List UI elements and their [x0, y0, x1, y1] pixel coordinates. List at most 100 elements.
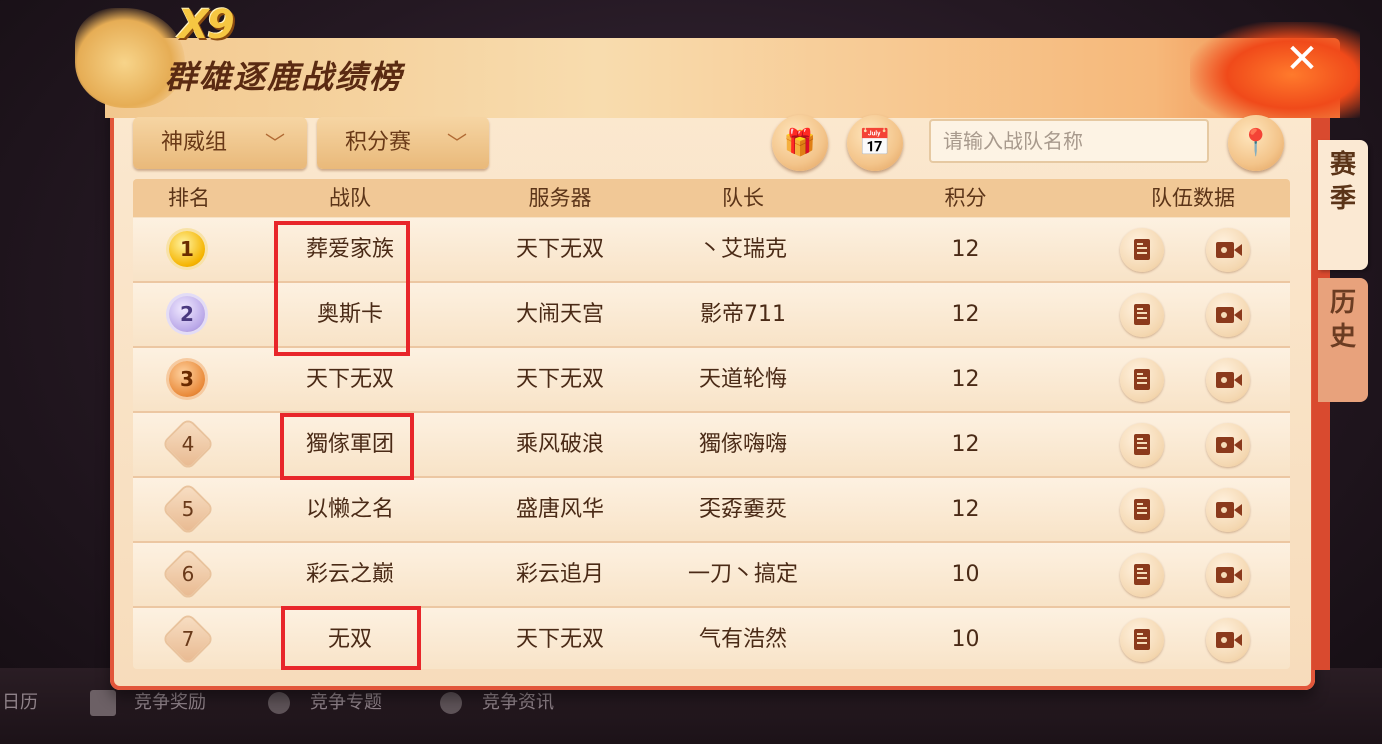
record-document-button[interactable]: [1120, 488, 1164, 532]
team-data-actions: [1093, 608, 1290, 669]
server-name: 乘风破浪: [515, 432, 604, 457]
highlight-box: [280, 413, 414, 480]
bottom-news-item[interactable]: 竞争资讯: [440, 688, 554, 714]
team-score: 12: [951, 497, 980, 522]
document-icon: [1134, 239, 1150, 260]
record-document-button[interactable]: [1120, 293, 1164, 337]
gift-icon: 🎁: [783, 128, 817, 158]
highlight-box: [281, 606, 421, 670]
team-data-actions: [1093, 218, 1290, 281]
replay-video-button[interactable]: [1206, 618, 1250, 662]
bottom-topic-label: 竞争专题: [310, 692, 382, 713]
captain-name: 影帝711: [700, 302, 786, 327]
team-data-actions: [1093, 283, 1290, 346]
topic-icon: [268, 692, 290, 714]
header-team-data: 队伍数据: [1151, 186, 1235, 210]
game-logo: X9: [178, 2, 235, 48]
gift-button[interactable]: 🎁: [772, 115, 828, 171]
bottom-calendar-label[interactable]: 日历: [2, 688, 38, 714]
video-camera-icon: [1216, 437, 1242, 453]
tab-history[interactable]: 历史: [1318, 278, 1368, 402]
team-name: 彩云之巅: [305, 562, 394, 587]
server-name: 天下无双: [515, 627, 604, 652]
document-icon: [1134, 564, 1150, 585]
server-name: 天下无双: [515, 237, 604, 262]
silver-medal-icon: 2: [169, 296, 205, 332]
team-data-actions: [1093, 543, 1290, 606]
bottom-reward-item[interactable]: 竞争奖励: [90, 688, 206, 716]
team-score: 12: [951, 302, 980, 327]
video-camera-icon: [1216, 372, 1242, 388]
rank-number: 4: [181, 432, 195, 456]
chevron-down-icon: ﹀: [265, 131, 285, 155]
captain-name: 一刀丶搞定: [687, 562, 798, 587]
document-icon: [1134, 304, 1150, 325]
reward-icon: [90, 690, 116, 716]
tab-season[interactable]: 赛季: [1318, 140, 1368, 270]
rank-cell: 1: [133, 218, 245, 281]
video-camera-icon: [1216, 242, 1242, 258]
record-document-button[interactable]: [1120, 358, 1164, 402]
table-row[interactable]: 5 以懒之名 盛唐风华 奀孬嫑烎 12: [133, 478, 1290, 543]
group-dropdown[interactable]: 神威组 ﹀: [133, 117, 307, 169]
rank-number: 5: [181, 497, 195, 521]
video-camera-icon: [1216, 502, 1242, 518]
video-camera-icon: [1216, 567, 1242, 583]
team-score: 10: [951, 627, 980, 652]
replay-video-button[interactable]: [1206, 488, 1250, 532]
location-button[interactable]: 📍: [1228, 115, 1284, 171]
record-document-button[interactable]: [1120, 423, 1164, 467]
close-button[interactable]: ✕: [1282, 39, 1322, 80]
bottom-news-label: 竞争资讯: [482, 692, 554, 713]
table-row[interactable]: 6 彩云之巅 彩云追月 一刀丶搞定 10: [133, 543, 1290, 608]
rank-cell: 3: [133, 348, 245, 411]
rank-number: 7: [181, 627, 195, 651]
group-dropdown-label: 神威组: [161, 130, 228, 155]
captain-name: 天道轮悔: [698, 367, 787, 392]
match-type-dropdown-label: 积分赛: [345, 130, 412, 155]
header-server: 服务器: [528, 186, 592, 210]
document-icon: [1134, 369, 1150, 390]
rank-cell: 4: [133, 413, 245, 476]
match-type-dropdown[interactable]: 积分赛 ﹀: [317, 117, 489, 169]
rank-cell: 7: [133, 608, 245, 669]
calendar-button[interactable]: 📅: [847, 115, 903, 171]
video-camera-icon: [1216, 632, 1242, 648]
header-captain: 队长: [722, 186, 764, 210]
header-rank: 排名: [168, 186, 210, 210]
replay-video-button[interactable]: [1206, 423, 1250, 467]
rank-cell: 5: [133, 478, 245, 541]
bottom-reward-label: 竞争奖励: [134, 692, 206, 713]
table-row[interactable]: 3 天下无双 天下无双 天道轮悔 12: [133, 348, 1290, 413]
gold-medal-icon: 1: [169, 231, 205, 267]
captain-name: 獨傢嗨嗨: [698, 432, 787, 457]
team-name: 天下无双: [305, 367, 394, 392]
captain-name: 气有浩然: [698, 627, 787, 652]
document-icon: [1134, 434, 1150, 455]
team-data-actions: [1093, 348, 1290, 411]
page-title: 群雄逐鹿战绩榜: [165, 58, 404, 96]
team-search-input[interactable]: [929, 119, 1209, 163]
record-document-button[interactable]: [1120, 553, 1164, 597]
server-name: 盛唐风华: [515, 497, 604, 522]
team-data-actions: [1093, 413, 1290, 476]
header-score: 积分: [944, 186, 987, 210]
team-name: 以懒之名: [305, 497, 394, 522]
server-name: 天下无双: [515, 367, 604, 392]
replay-video-button[interactable]: [1206, 553, 1250, 597]
news-icon: [440, 692, 462, 714]
location-pin-icon: 📍: [1239, 128, 1273, 158]
replay-video-button[interactable]: [1206, 228, 1250, 272]
table-header: 排名 战队 服务器 队长 积分 队伍数据: [133, 179, 1290, 217]
record-document-button[interactable]: [1120, 618, 1164, 662]
rank-cell: 6: [133, 543, 245, 606]
server-name: 大闹天宫: [515, 302, 604, 327]
record-document-button[interactable]: [1120, 228, 1164, 272]
team-score: 12: [951, 367, 980, 392]
replay-video-button[interactable]: [1206, 358, 1250, 402]
highlight-box: [274, 221, 410, 356]
bottom-topic-item[interactable]: 竞争专题: [268, 688, 382, 714]
replay-video-button[interactable]: [1206, 293, 1250, 337]
chevron-down-icon: ﹀: [447, 131, 467, 155]
document-icon: [1134, 629, 1150, 650]
